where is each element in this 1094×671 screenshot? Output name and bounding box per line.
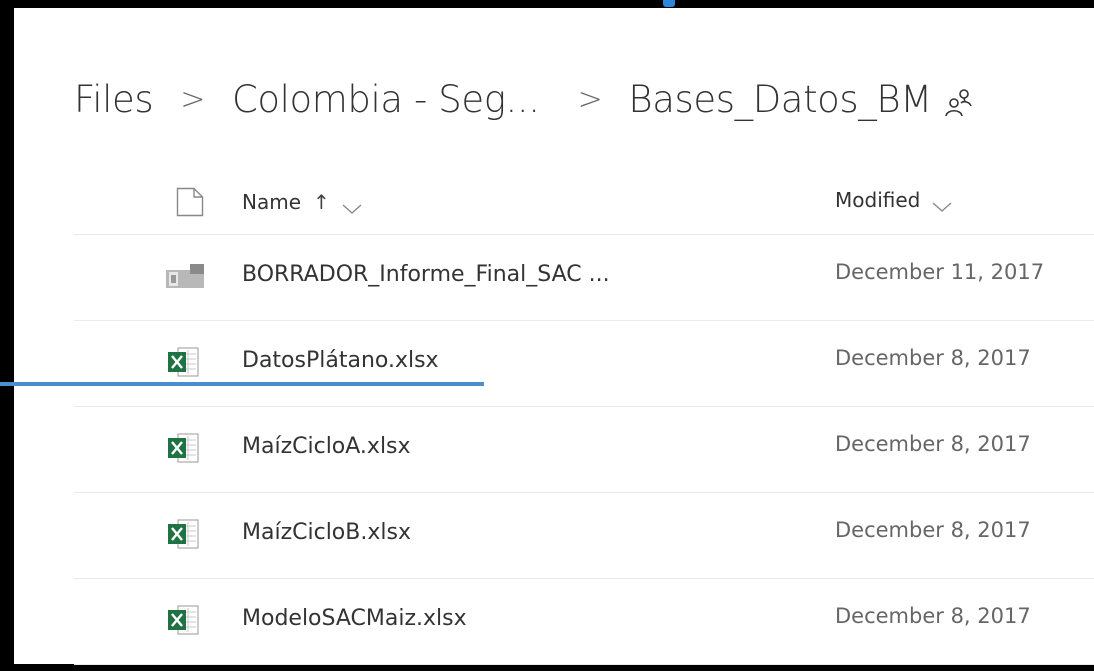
sort-ascending-icon: ↑ [313,190,330,214]
breadcrumb-item-colombia[interactable]: Colombia - Seg... [232,78,540,121]
file-name[interactable]: MaízCicloB.xlsx [242,520,411,545]
file-name[interactable]: MaízCicloA.xlsx [242,434,411,459]
file-row[interactable]: DatosPlátano.xlsx December 8, 2017 [74,320,1094,407]
chevron-down-icon[interactable] [342,196,362,214]
file-name[interactable]: ModeloSACMaiz.xlsx [242,606,467,631]
column-header-row: Name ↑ Modified [74,178,1094,235]
modified-date: December 11, 2017 [835,260,1045,284]
excel-icon [166,518,200,550]
file-name[interactable]: DatosPlátano.xlsx [242,348,439,373]
modified-date: December 8, 2017 [835,604,1031,628]
column-header-name-label: Name [242,190,302,214]
file-row[interactable]: BORRADOR_Informe_Final_SAC ... December … [74,234,1094,321]
generic-file-icon [166,260,204,292]
top-accent-marker [663,0,675,7]
chevron-down-icon[interactable] [932,194,952,212]
excel-icon [166,432,200,464]
annotation-underline [0,382,484,386]
modified-date: December 8, 2017 [835,346,1031,370]
file-row[interactable]: MaízCicloA.xlsx December 8, 2017 [74,406,1094,493]
excel-icon [166,346,200,378]
breadcrumb-item-files[interactable]: Files [74,78,154,121]
breadcrumb: Files > Colombia - Seg... > Bases_Datos_… [74,73,974,125]
breadcrumb-item-current-folder: Bases_Datos_BM [628,77,932,121]
document-icon[interactable] [176,187,204,221]
file-name[interactable]: BORRADOR_Informe_Final_SAC ... [242,262,610,287]
file-row[interactable]: ModeloSACMaiz.xlsx December 8, 2017 [74,578,1094,665]
shared-people-icon[interactable] [944,84,974,117]
file-row[interactable]: MaízCicloB.xlsx December 8, 2017 [74,492,1094,579]
excel-icon [166,604,200,636]
column-header-modified-label: Modified [835,188,921,212]
column-header-modified[interactable]: Modified [835,188,952,212]
modified-date: December 8, 2017 [835,518,1031,542]
modified-date: December 8, 2017 [835,432,1031,456]
column-header-name[interactable]: Name ↑ [242,190,362,214]
breadcrumb-separator: > [180,81,205,117]
breadcrumb-separator: > [577,81,603,117]
